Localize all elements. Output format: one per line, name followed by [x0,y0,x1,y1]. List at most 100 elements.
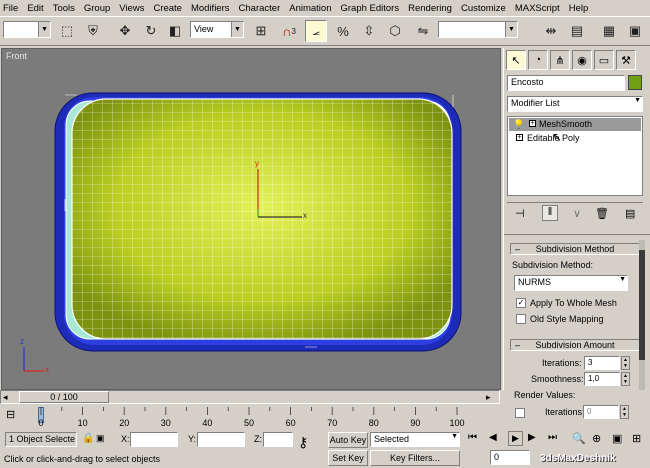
z-coordinate-field[interactable] [263,432,293,447]
render-iterations-checkbox[interactable] [515,408,525,418]
menu-item-character[interactable]: Character [239,3,281,14]
menu-item-graph-editors[interactable]: Graph Editors [340,3,399,14]
previous-frame-icon[interactable]: ◀ [489,432,497,443]
configure-sets-icon[interactable]: ▤ [625,207,635,220]
stack-item-meshsmooth[interactable]: 💡 + MeshSmooth [509,118,641,131]
select-by-name-icon[interactable]: ⛨ [82,20,104,42]
utilities-tab-icon[interactable]: ⚒ [616,50,636,70]
menu-item-maxscript[interactable]: MAXScript [515,3,560,14]
zoom-extents-icon[interactable]: ▣ [612,432,622,445]
align-icon[interactable]: ⇹ [540,20,562,42]
iterations-spinner[interactable]: ▲ ▼ [621,356,630,370]
go-to-end-icon[interactable]: ⏭ [548,432,557,443]
smoothness-field[interactable]: 1,0 [584,372,620,386]
motion-tab-icon[interactable]: ◉ [572,50,592,70]
remove-modifier-icon[interactable]: 🗑 [595,207,609,220]
render-iterations-field[interactable]: 0 [583,405,619,419]
next-frame-icon[interactable]: ▸ [486,392,491,403]
edit-named-selection-icon[interactable]: ⬡ [384,20,406,42]
auto-key-button[interactable]: Auto Key [328,432,368,448]
key-icon[interactable]: ⚷ [298,434,308,451]
select-object-icon[interactable]: ⬚ [56,20,78,42]
rollout-subdivision-method-header[interactable]: – Subdivision Method [510,243,640,255]
chevron-down-icon: ▼ [38,22,50,37]
absolute-mode-icon[interactable]: ▣ [96,433,105,444]
move-icon[interactable]: ✥ [114,20,136,42]
menu-item-file[interactable]: File [3,3,18,14]
menu-item-modifiers[interactable]: Modifiers [191,3,230,14]
stack-item-editable-poly[interactable]: + Editable Poly [509,132,641,145]
mesh-object[interactable] [2,49,500,389]
x-coordinate-field[interactable] [130,432,178,447]
apply-whole-mesh-checkbox[interactable]: ✓ [516,298,526,308]
key-filters-button[interactable]: Key Filters... [370,450,460,466]
reference-coordinate-dropdown[interactable]: View ▼ [190,21,244,38]
make-unique-icon[interactable]: ∨ [573,207,581,220]
zoom-icon[interactable]: 🔍 [572,432,586,445]
angle-snap-icon[interactable]: ⦟ [305,20,327,42]
prev-frame-icon[interactable]: ◂ [3,392,19,402]
go-to-start-icon[interactable]: ⏮ [468,432,477,443]
menu-item-edit[interactable]: Edit [27,3,43,14]
rotate-icon[interactable]: ↻ [140,20,162,42]
show-end-result-icon[interactable]: ‖ [542,205,558,221]
create-tab-icon[interactable]: ↖ [506,50,526,70]
mirror-icon[interactable]: ⇋ [412,20,434,42]
object-name-field[interactable]: Encosto [507,75,625,91]
next-frame-button-icon[interactable]: ▶ [528,432,536,443]
selection-filter-dropdown[interactable]: ▼ [3,21,51,38]
scale-icon[interactable]: ◧ [164,20,186,42]
play-icon[interactable]: ▶ [508,431,523,446]
zoom-extents-all-icon[interactable]: ⊞ [632,432,641,445]
snap-toggle-icon[interactable]: ∩ 3 [278,20,300,42]
zoom-all-icon[interactable]: ⊕ [592,432,601,445]
time-slider-track[interactable]: ◂ 0 / 100 ▸ [0,390,500,404]
menu-item-help[interactable]: Help [569,3,589,14]
menu-item-create[interactable]: Create [153,3,182,14]
hierarchy-tab-icon[interactable]: ⋔ [550,50,570,70]
current-frame-field[interactable]: 0 [490,450,530,465]
menu-item-views[interactable]: Views [119,3,144,14]
menu-item-group[interactable]: Group [84,3,110,14]
chevron-down-icon: ▼ [619,276,626,283]
gizmo-x-label: x [303,211,307,220]
track-bar[interactable]: ⊟ 0 10 20 30 40 50 60 70 80 90 100 [0,405,500,430]
y-coordinate-field[interactable] [197,432,245,447]
layer-manager-icon[interactable]: ▤ [566,20,588,42]
menu-item-customize[interactable]: Customize [461,3,506,14]
menu-item-rendering[interactable]: Rendering [408,3,452,14]
subdivision-method-dropdown[interactable]: NURMS ▼ [514,275,628,291]
modifier-list-dropdown[interactable]: Modifier List ▼ [507,96,643,112]
ruler-tick-label: 80 [369,418,379,428]
schematic-view-icon[interactable]: ▦ [598,20,620,42]
expand-icon[interactable]: + [529,120,536,127]
expand-icon[interactable]: + [516,134,523,141]
named-selection-dropdown[interactable]: ▼ [438,21,518,38]
rollout-subdivision-amount-header[interactable]: – Subdivision Amount [510,339,640,351]
scrollbar-thumb[interactable] [639,250,645,360]
display-tab-icon[interactable]: ▭ [594,50,614,70]
rollout-title: Subdivision Amount [535,340,615,350]
modify-tab-icon[interactable]: ◔ [528,50,548,70]
key-mode-value: Selected [374,434,410,444]
key-mode-dropdown[interactable]: Selected ▼ [370,432,460,447]
pivot-center-icon[interactable]: ⊞ [250,20,272,42]
lightbulb-icon[interactable]: 💡 [513,119,524,130]
iterations-field[interactable]: 3 [584,356,620,370]
time-slider-thumb[interactable]: 0 / 100 [19,391,109,403]
percent-snap-icon[interactable]: % [332,20,354,42]
material-editor-icon[interactable]: ▣ [624,20,646,42]
command-panel-scrollbar[interactable] [639,240,645,390]
old-style-mapping-label: Old Style Mapping [530,314,604,324]
menu-item-animation[interactable]: Animation [289,3,331,14]
render-iterations-spinner[interactable]: ▲ ▼ [620,405,629,419]
smoothness-spinner[interactable]: ▲ ▼ [621,372,630,386]
old-style-mapping-checkbox[interactable] [516,314,526,324]
lock-selection-icon[interactable]: 🔒 [82,433,94,444]
object-color-swatch[interactable] [628,75,642,90]
spinner-snap-icon[interactable]: ⇳ [358,20,380,42]
viewport-front[interactable]: Front y x z x [1,48,501,390]
pin-stack-icon[interactable]: ⊣ [515,207,525,220]
set-key-button[interactable]: Set Key [328,450,368,466]
menu-item-tools[interactable]: Tools [53,3,75,14]
